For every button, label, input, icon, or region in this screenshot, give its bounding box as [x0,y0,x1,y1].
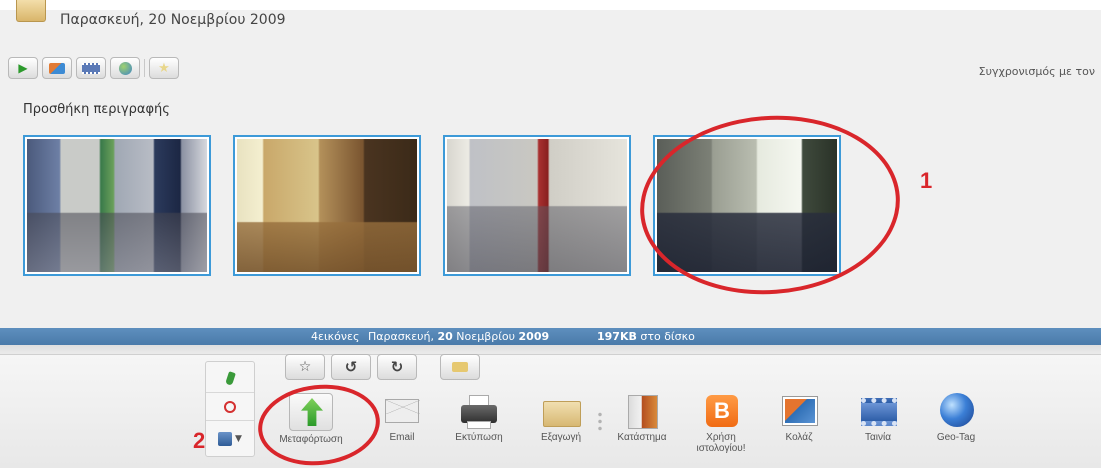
movie-label: Ταινία [864,432,891,443]
status-date-year: 2009 [518,330,550,343]
status-date: Παρασκευή, 20 Νοεμβρίου 2009 [368,330,549,343]
rotate-right-button[interactable]: ↻ [377,354,417,380]
blog-button[interactable]: B Χρήση ιστολογίου! [686,393,756,463]
status-date-prefix: Παρασκευή, [368,330,438,343]
play-icon: ▶ [18,61,28,75]
photo-image [237,139,417,272]
clear-circle-icon [224,400,236,413]
earth-globe-icon [940,393,974,427]
annotation-number-2: 2 [193,428,206,453]
tag-icon [452,362,468,372]
print-button[interactable]: Εκτύπωση [444,393,514,463]
folder-icon [543,401,581,427]
photo-thumbnail[interactable] [443,135,631,276]
album-date: Παρασκευή, 20 Νοεμβρίου 2009 [60,12,286,28]
movie-icon [82,62,100,74]
store-button[interactable]: Κατάστημα [607,393,677,463]
globe-icon [118,61,132,75]
geotag-label: Geo-Tag [936,432,976,443]
export-label: Εξαγωγή [540,432,582,443]
envelope-icon [385,399,420,423]
album-select-icon: ▼ [218,431,242,446]
printer-tray-icon [467,421,491,429]
geotag-album-button[interactable] [110,57,140,79]
blog-label: Χρήση ιστολογίου! [696,432,746,454]
printer-icon [459,393,499,429]
photo-image [27,139,207,272]
tray-divider [598,411,602,433]
store-icon [622,393,662,429]
photo-thumbnail[interactable] [233,135,421,276]
print-label: Εκτύπωση [455,432,503,443]
rotate-left-button[interactable]: ↺ [331,354,371,380]
play-slideshow-button[interactable]: ▶ [8,57,38,79]
star-icon: ☆ [298,359,312,375]
photo-tray: ▼ ☆ ↺ ↻ Μεταφόρτωση Email Εκτύπωση Εξαγω… [0,345,1101,468]
folder-icon [16,0,46,22]
star-button[interactable]: ★ [149,57,179,79]
photo-image [447,139,627,272]
photobook-icon [628,395,658,429]
album-toolbar: ▶ ★ [8,57,179,79]
album-select-dropdown[interactable]: ▼ [206,420,254,456]
tag-toolbar [440,354,480,380]
rotate-right-icon: ↻ [390,358,404,376]
tray-side-panel: ▼ [205,361,255,457]
status-size: 197KB στο δίσκο [597,330,695,343]
folder-export-icon [541,393,581,429]
blogger-logo-icon: B [706,395,738,427]
geotag-button[interactable]: Geo-Tag [921,393,991,463]
film-strip-icon [861,398,897,426]
export-button[interactable]: Εξαγωγή [526,393,596,463]
create-movie-button[interactable] [76,57,106,79]
email-icon [382,393,422,429]
blogger-icon: B [701,393,741,429]
tray-top-border [0,345,1101,355]
add-tag-button[interactable] [440,354,480,380]
annotation-number-1: 1 [920,168,933,193]
rotate-left-icon: ↺ [344,358,358,376]
star-icon: ★ [158,60,170,76]
collage-label: Κολάζ [785,432,813,443]
geotag-icon [936,393,976,429]
star-button[interactable]: ☆ [285,354,325,380]
picture-icon [783,397,817,425]
movie-button[interactable]: Ταινία [843,393,913,463]
store-label: Κατάστημα [617,432,667,443]
toolbar-divider [144,59,145,77]
photo-thumbnail[interactable] [23,135,211,276]
status-size-value: 197KB [597,330,637,343]
pin-icon [224,370,236,386]
status-bar: 4εικόνες Παρασκευή, 20 Νοεμβρίου 2009 19… [0,328,1101,345]
clear-button[interactable] [206,392,254,420]
status-photo-count: 4εικόνες [311,330,360,343]
chevron-down-icon: ▼ [235,433,242,444]
album-view: Παρασκευή, 20 Νοεμβρίου 2009 ▶ ★ Συγχρον… [0,0,1101,328]
email-label: Email [389,432,415,443]
status-size-suffix: στο δίσκο [636,330,695,343]
status-date-month: Νοεμβρίου [452,330,519,343]
hold-button[interactable] [206,364,254,392]
add-picture-icon [49,62,65,74]
edit-toolbar: ☆ ↺ ↻ [285,354,417,380]
sync-label[interactable]: Συγχρονισμός με τον [979,65,1095,78]
collage-button[interactable]: Κολάζ [764,393,834,463]
movie-icon [858,393,898,429]
status-date-day: 20 [437,330,453,343]
add-picture-button[interactable] [42,57,72,79]
collage-icon [779,393,819,429]
add-description-field[interactable]: Προσθήκη περιγραφής [23,102,170,117]
album-swatch-icon [218,431,233,446]
header-strip [0,0,1101,10]
